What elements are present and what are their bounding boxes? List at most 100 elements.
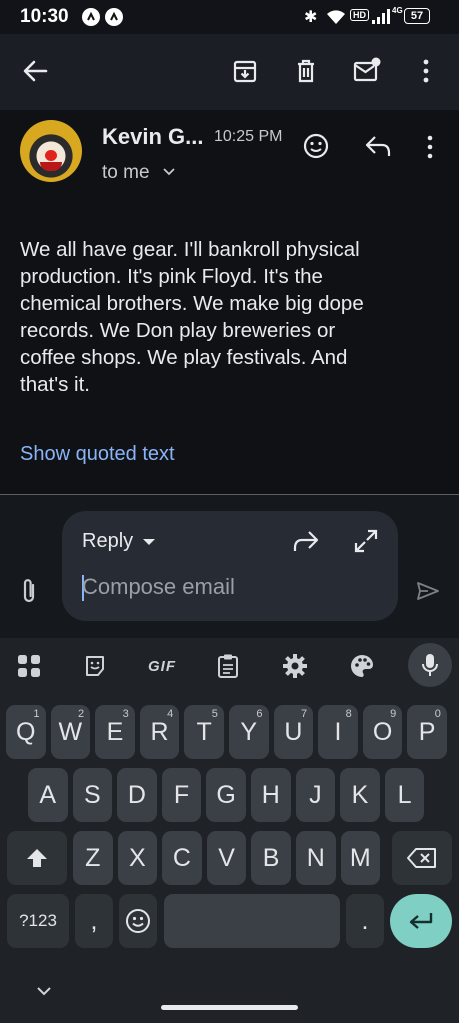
key-w[interactable]: 2W	[50, 705, 91, 759]
key-label: G	[216, 780, 236, 809]
more-options-icon[interactable]	[414, 58, 438, 84]
expand-icon[interactable]	[353, 528, 379, 554]
key-label: P	[418, 717, 436, 746]
body-line: records. We Don play breweries or	[20, 319, 336, 342]
body-line: production. It's pink Floyd. It's the	[20, 265, 323, 288]
key-label: I	[334, 717, 342, 746]
key-label: N	[306, 843, 325, 872]
key-label: Q	[16, 717, 36, 746]
key-label: B	[262, 843, 280, 872]
key-hint: 1	[33, 708, 40, 720]
key-j[interactable]: J	[295, 768, 336, 822]
key-hint: 8	[345, 708, 352, 720]
reply-icon[interactable]	[364, 134, 392, 158]
key-label: Z	[85, 843, 101, 872]
key-o[interactable]: 9O	[362, 705, 403, 759]
body-line: We all have gear. I'll bankroll physical	[20, 238, 360, 261]
enter-key[interactable]	[390, 894, 452, 948]
body-line: that's it.	[20, 373, 90, 396]
key-t[interactable]: 5T	[184, 705, 224, 759]
shift-key[interactable]	[7, 831, 67, 885]
home-gesture-bar[interactable]	[161, 1005, 298, 1010]
key-b[interactable]: B	[251, 831, 291, 885]
key-a[interactable]: A	[28, 768, 68, 822]
email-body: We all have gear. I'll bankroll physical…	[20, 236, 440, 398]
key-p[interactable]: 0P	[407, 705, 447, 759]
sender-avatar[interactable]	[20, 120, 82, 182]
emoji-icon	[126, 909, 150, 933]
key-e[interactable]: 3E	[95, 705, 135, 759]
archive-icon[interactable]	[232, 58, 258, 84]
key-d[interactable]: D	[117, 768, 157, 822]
key-c[interactable]: C	[162, 831, 202, 885]
key-label: E	[106, 717, 124, 746]
send-icon[interactable]	[416, 581, 440, 601]
avatar-clown-nose	[45, 150, 57, 161]
key-r[interactable]: 4R	[139, 705, 180, 759]
app-bar	[0, 34, 459, 110]
forward-icon[interactable]	[292, 529, 320, 553]
key-hint: 5	[211, 708, 218, 720]
key-u[interactable]: 7U	[273, 705, 314, 759]
gif-button[interactable]: GIF	[140, 646, 184, 686]
backspace-key[interactable]	[392, 831, 452, 885]
key-k[interactable]: K	[340, 768, 380, 822]
key-hint: 7	[300, 708, 308, 720]
comma-key[interactable]: ,	[75, 894, 113, 948]
attachment-icon[interactable]	[18, 577, 40, 605]
key-y[interactable]: 6Y	[229, 705, 269, 759]
sender-name[interactable]: Kevin G...	[102, 124, 203, 150]
key-l[interactable]: L	[384, 768, 425, 822]
hide-keyboard-chevron-icon[interactable]	[36, 985, 52, 997]
period-key[interactable]: .	[346, 894, 384, 948]
hd-icon: HD	[350, 9, 369, 21]
key-label: L	[397, 780, 412, 809]
apps-grid-icon[interactable]	[9, 646, 49, 686]
emoji-key[interactable]	[119, 894, 157, 948]
enter-arrow-icon	[409, 913, 433, 929]
key-z[interactable]: Z	[73, 831, 113, 885]
recipient-label[interactable]: to me	[102, 162, 150, 184]
reply-mode-label[interactable]: Reply	[82, 530, 133, 553]
delete-icon[interactable]	[293, 58, 319, 84]
compose-input[interactable]: Compose email	[82, 574, 235, 600]
add-reaction-icon[interactable]	[302, 132, 330, 160]
mark-unread-icon[interactable]	[353, 57, 381, 83]
chevron-down-icon[interactable]	[162, 165, 176, 177]
microphone-icon	[422, 654, 438, 676]
message-more-icon[interactable]	[420, 134, 440, 160]
key-label: X	[129, 843, 146, 872]
key-label: W	[58, 717, 83, 746]
key-x[interactable]: X	[117, 831, 158, 885]
key-label: D	[127, 780, 146, 809]
space-bar[interactable]	[164, 894, 340, 948]
theme-palette-icon[interactable]	[342, 646, 382, 686]
reply-area: Reply Compose email	[0, 495, 459, 638]
key-i[interactable]: 8I	[318, 705, 358, 759]
clipboard-icon[interactable]	[208, 646, 248, 686]
back-arrow-icon[interactable]	[22, 58, 48, 84]
dropdown-arrow-icon[interactable]	[142, 537, 156, 547]
key-hint: 2	[77, 708, 85, 720]
status-time: 10:30	[20, 6, 69, 27]
settings-gear-icon[interactable]	[275, 646, 315, 686]
key-label: C	[172, 843, 191, 872]
key-v[interactable]: V	[206, 831, 247, 885]
backspace-icon	[407, 848, 436, 868]
key-n[interactable]: N	[296, 831, 336, 885]
voice-input-button[interactable]	[408, 643, 452, 687]
key-m[interactable]: M	[340, 831, 381, 885]
show-quoted-text-link[interactable]: Show quoted text	[20, 443, 175, 466]
bluetooth-icon: ✱	[304, 9, 318, 26]
key-q[interactable]: 1Q	[6, 705, 46, 759]
symbols-key[interactable]: ?123	[7, 894, 69, 948]
network-type: 4G	[392, 6, 403, 15]
key-hint: 4	[167, 708, 174, 720]
key-f[interactable]: F	[161, 768, 202, 822]
key-g[interactable]: G	[206, 768, 246, 822]
key-h[interactable]: H	[251, 768, 291, 822]
sticker-icon[interactable]	[75, 646, 115, 686]
key-label: K	[351, 780, 369, 809]
notification-icon	[105, 8, 123, 26]
key-s[interactable]: S	[72, 768, 113, 822]
